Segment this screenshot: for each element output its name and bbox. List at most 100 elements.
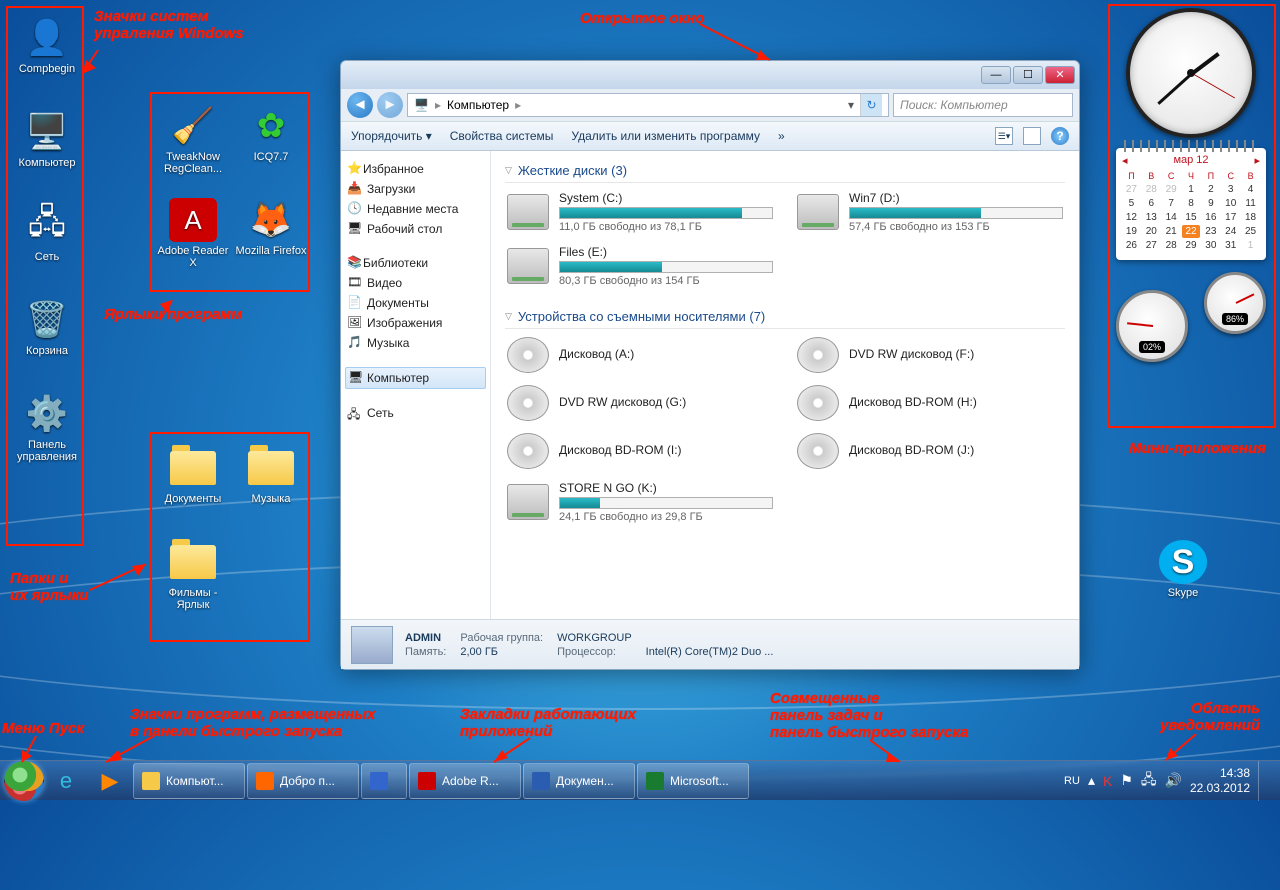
sidebar-libraries-header[interactable]: 📚Библиотеки (345, 253, 486, 273)
cal-prev[interactable]: ◂ (1122, 154, 1128, 167)
sidebar-item-video[interactable]: 🎞Видео (345, 273, 486, 293)
calendar-gadget[interactable]: ◂мар 12▸ ПВСЧПСВ 27282912345678910111213… (1116, 148, 1266, 260)
taskbar-task[interactable]: Adobe R... (409, 763, 521, 799)
desktop-shortcut-icq[interactable]: ✿ICQ7.7 (234, 104, 308, 163)
drive-item[interactable]: Win7 (D:) 57,4 ГБ свободно из 153 ГБ (795, 189, 1065, 235)
desktop-icon-compbegin[interactable]: 👤Compbegin (10, 16, 84, 75)
drive-icon (797, 433, 839, 469)
drive-name: Files (E:) (559, 245, 773, 259)
tray-lang[interactable]: RU (1064, 775, 1080, 787)
task-label: Microsoft... (670, 774, 729, 788)
tray-flag-icon[interactable]: ⚑ (1120, 772, 1133, 789)
sidebar-item-desktop[interactable]: 🖥Рабочий стол (345, 219, 486, 239)
nav-forward-button[interactable]: ► (377, 92, 403, 118)
drive-item[interactable]: DVD RW дисковод (G:) (505, 383, 775, 423)
desktop-shortcut-adobe-reader[interactable]: AAdobe Reader X (156, 198, 230, 269)
explorer-statusbar: ADMIN Рабочая группа: WORKGROUP Память: … (341, 619, 1079, 669)
desktop-icon-control-panel[interactable]: ⚙️Панель управления (10, 392, 84, 463)
desktop-icon-recycle-bin[interactable]: 🗑️Корзина (10, 298, 84, 357)
taskbar-task[interactable]: Докумен... (523, 763, 635, 799)
search-input[interactable]: Поиск: Компьютер (893, 93, 1073, 117)
toolbar-system-properties[interactable]: Свойства системы (450, 129, 554, 143)
group-header-hdd[interactable]: Жесткие диски (3) (505, 159, 1065, 183)
tray-kaspersky-icon[interactable]: K (1103, 773, 1112, 789)
dropdown-icon[interactable]: ▾ (848, 98, 854, 112)
star-icon: ⭐ (347, 161, 361, 175)
desktop-shortcut-firefox[interactable]: 🦊Mozilla Firefox (234, 198, 308, 257)
explorer-window: — ☐ ✕ ◄ ► 🖥️ ▸ Компьютер ▸ ▾ ↻ Поиск: Ко… (340, 60, 1080, 670)
toolbar-overflow[interactable]: » (778, 129, 785, 143)
breadcrumb-item[interactable]: Компьютер (447, 98, 509, 112)
taskbar-task[interactable]: Компьют... (133, 763, 245, 799)
desktop-shortcut-skype[interactable]: SSkype (1146, 540, 1220, 599)
group-header-removable[interactable]: Устройства со съемными носителями (7) (505, 305, 1065, 329)
sidebar-favorites-header[interactable]: ⭐Избранное (345, 159, 486, 179)
desktop-icon-network[interactable]: 🖧Сеть (10, 204, 84, 263)
clock-gadget[interactable] (1126, 8, 1256, 138)
desktop-icon-label: Adobe Reader X (158, 245, 229, 269)
show-desktop-button[interactable] (1258, 761, 1270, 801)
drive-icon (507, 248, 549, 284)
drive-icon (797, 194, 839, 230)
tray-show-hidden-icon[interactable]: ▴ (1088, 772, 1095, 789)
taskbar-task[interactable]: Microsoft... (637, 763, 749, 799)
minimize-button[interactable]: — (981, 66, 1011, 84)
desktop-icon-label: Skype (1168, 587, 1199, 599)
drive-item[interactable]: Дисковод BD-ROM (I:) (505, 431, 775, 471)
explorer-toolbar: Упорядочить ▾ Свойства системы Удалить и… (341, 121, 1079, 151)
tray-volume-icon[interactable]: 🔊 (1165, 772, 1182, 789)
nav-back-button[interactable]: ◄ (347, 92, 373, 118)
taskbar-task[interactable] (361, 763, 407, 799)
desktop-icon-computer[interactable]: 🖥️Компьютер (10, 110, 84, 169)
window-titlebar[interactable]: — ☐ ✕ (341, 61, 1079, 89)
desktop-folder-documents[interactable]: Документы (156, 446, 230, 505)
drive-item[interactable]: Дисковод BD-ROM (H:) (795, 383, 1065, 423)
refresh-button[interactable]: ↻ (860, 94, 882, 116)
annotation-shortcuts: Ярлыки программ (104, 306, 242, 323)
pinned-media-player[interactable]: ▶ (88, 763, 132, 799)
drive-item[interactable]: Дисковод (A:) (505, 335, 775, 375)
tray-clock[interactable]: 14:38 22.03.2012 (1190, 766, 1250, 795)
desktop-icon: 🖥 (347, 221, 361, 235)
maximize-button[interactable]: ☐ (1013, 66, 1043, 84)
desktop-shortcut-tweaknow[interactable]: 🧹TweakNow RegClean... (156, 104, 230, 175)
cpu-meter-gadget[interactable]: 02% 86% (1116, 272, 1266, 362)
drive-icon (797, 385, 839, 421)
sidebar-item-downloads[interactable]: 📥Загрузки (345, 179, 486, 199)
taskbar-task[interactable]: Добро п... (247, 763, 359, 799)
help-button[interactable]: ? (1051, 127, 1069, 145)
library-icon: 📚 (347, 255, 361, 269)
desktop-icon-label: ICQ7.7 (254, 151, 289, 163)
sidebar-item-network[interactable]: 🖧Сеть (345, 403, 486, 423)
drive-free-text: 24,1 ГБ свободно из 29,8 ГБ (559, 511, 773, 523)
task-label: Добро п... (280, 774, 335, 788)
downloads-icon: 📥 (347, 181, 361, 195)
drive-usage-bar (559, 497, 773, 509)
drive-item[interactable]: System (C:) 11,0 ГБ свободно из 78,1 ГБ (505, 189, 775, 235)
close-button[interactable]: ✕ (1045, 66, 1075, 84)
view-options-button[interactable]: ☰▾ (995, 127, 1013, 145)
sidebar-item-recent[interactable]: 🕓Недавние места (345, 199, 486, 219)
sidebar-item-computer[interactable]: 🖥Компьютер (345, 367, 486, 389)
drive-item[interactable]: Дисковод BD-ROM (J:) (795, 431, 1065, 471)
address-bar[interactable]: 🖥️ ▸ Компьютер ▸ ▾ ↻ (407, 93, 889, 117)
start-button[interactable] (4, 761, 44, 801)
drive-item[interactable]: STORE N GO (K:) 24,1 ГБ свободно из 29,8… (505, 479, 775, 525)
sidebar-item-documents[interactable]: 📄Документы (345, 293, 486, 313)
drive-icon (507, 194, 549, 230)
sidebar-item-pictures[interactable]: 🖼Изображения (345, 313, 486, 333)
cal-next[interactable]: ▸ (1254, 154, 1260, 167)
pinned-ie[interactable]: e (44, 763, 88, 799)
drive-icon (507, 337, 549, 373)
preview-pane-button[interactable] (1023, 127, 1041, 145)
sidebar-item-music[interactable]: 🎵Музыка (345, 333, 486, 353)
drive-item[interactable]: Files (E:) 80,3 ГБ свободно из 154 ГБ (505, 243, 775, 289)
tray-network-icon[interactable]: 🖧 (1141, 769, 1157, 793)
drive-item[interactable]: DVD RW дисковод (F:) (795, 335, 1065, 375)
toolbar-uninstall-program[interactable]: Удалить или изменить программу (571, 129, 760, 143)
toolbar-organize[interactable]: Упорядочить ▾ (351, 129, 432, 143)
desktop-folder-movies-shortcut[interactable]: Фильмы - Ярлык (156, 540, 230, 611)
firefox-icon (256, 772, 274, 790)
task-label: Компьют... (166, 774, 224, 788)
desktop-folder-music[interactable]: Музыка (234, 446, 308, 505)
